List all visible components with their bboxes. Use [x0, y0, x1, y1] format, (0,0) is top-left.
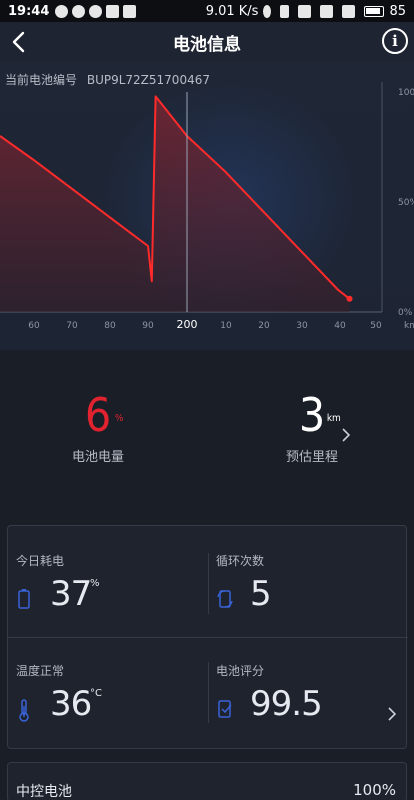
range-value: 3: [298, 388, 326, 442]
temperature-label: 温度正常: [16, 664, 65, 678]
today-consumption-unit: %: [90, 578, 100, 589]
status-time: 19:44: [8, 3, 50, 19]
wifi-icon: [342, 4, 356, 18]
battery-level-text: 85: [389, 3, 406, 19]
battery-status-icon: [364, 5, 385, 17]
card-divider-vertical-top: [208, 553, 209, 614]
chat-icon: [55, 4, 69, 18]
battery-history-chart[interactable]: 60 70 80 90 200 10 20 30 40 50 km 100% 50% 0% 当前电池编号 …: [0, 62, 414, 350]
controller-battery-row[interactable]: 中控电池 100%: [7, 762, 407, 800]
message-icon: [72, 4, 86, 18]
chevron-left-icon: [12, 31, 25, 53]
range-chevron-right-icon[interactable]: [340, 427, 352, 443]
battery-code: 当前电池编号 BUP9L72Z51700467: [5, 71, 210, 88]
controller-battery-label: 中控电池: [16, 784, 72, 800]
chart-y-tick-label: 100%: [398, 88, 414, 98]
battery-score-cell[interactable]: 电池评分 99.5: [216, 662, 406, 762]
chart-x-tick-label: 30: [296, 321, 308, 331]
status-bar: 19:44 9.01 K/s 85: [0, 0, 414, 22]
app-icon: [106, 4, 120, 18]
soc-label: 电池电量: [71, 450, 124, 465]
bluetooth-icon: [263, 4, 272, 18]
today-consumption-cell: 今日耗电 37 %: [16, 552, 206, 652]
battery-detail-card: 今日耗电 37 % 循环次数 5 温度正常 36 °C 电池评分 99.5: [7, 525, 408, 749]
cycle-count-value: 5: [250, 574, 272, 614]
chart-x-tick-label: 80: [104, 321, 116, 331]
soc-value: 6: [84, 388, 112, 442]
chart-x-tick-label: 20: [258, 321, 270, 331]
back-button[interactable]: [6, 28, 34, 56]
score-chevron-right-icon[interactable]: [386, 706, 398, 722]
chart-last-point: [346, 295, 353, 302]
score-icon: [218, 700, 232, 718]
card-divider-vertical-bottom: [208, 662, 209, 723]
battery-score-value: 99.5: [250, 684, 323, 724]
net-speed: 9.01 K/s: [205, 3, 259, 19]
today-consumption-label: 今日耗电: [16, 554, 65, 568]
soc-value-wrap: 6 %: [84, 388, 124, 442]
battery-code-label: 当前电池编号: [5, 73, 78, 87]
battery-icon: [18, 589, 30, 609]
controller-battery-value: 100%: [353, 781, 396, 799]
cycle-icon: [217, 590, 233, 608]
cycle-count-label: 循环次数: [216, 554, 265, 568]
thermometer-icon: [19, 699, 29, 722]
chart-x-unit-label: km: [404, 321, 414, 331]
today-consumption-value: 37: [50, 574, 92, 614]
signal-icon-2: [320, 4, 334, 18]
chart-x-tick-label: 90: [142, 321, 154, 331]
signal-icon: [298, 4, 312, 18]
range-stat[interactable]: 3 km 预估里程: [280, 390, 344, 465]
chart-area-fill: [0, 96, 350, 313]
temperature-value: 36: [50, 684, 92, 724]
chart-svg: 60 70 80 90 200 10 20 30 40 50 km 100% 50% 0%: [0, 82, 414, 331]
app-header: 电池信息 i: [0, 22, 414, 62]
range-label: 预估里程: [285, 450, 338, 465]
chart-y-tick-label: 0%: [398, 308, 413, 318]
temperature-cell: 温度正常 36 °C: [16, 662, 206, 762]
page-title: 电池信息: [173, 34, 241, 55]
info-button[interactable]: i: [382, 28, 408, 54]
cycle-count-cell: 循环次数 5: [216, 552, 406, 652]
battery-code-value: BUP9L72Z51700467: [86, 73, 210, 87]
soc-stat: 6 % 电池电量: [58, 390, 138, 465]
battery-score-label: 电池评分: [216, 664, 265, 678]
chart-x-tick-label: 50: [370, 321, 382, 331]
info-circle-icon: i: [392, 32, 398, 50]
temperature-unit: °C: [90, 688, 102, 699]
chart-x-tick-label: 40: [334, 321, 346, 331]
chart-x-tick-label: 70: [66, 321, 78, 331]
vibrate-icon: [280, 4, 290, 18]
range-unit: km: [326, 413, 341, 424]
image-icon: [123, 4, 137, 18]
range-value-wrap: 3 km: [298, 388, 341, 442]
soc-unit: %: [114, 413, 124, 424]
chart-x-tick-label: 200: [177, 318, 198, 331]
chart-x-tick-label: 60: [28, 321, 40, 331]
chart-y-tick-label: 50%: [398, 198, 414, 208]
block-icon: [89, 4, 103, 18]
chart-x-tick-label: 10: [220, 321, 232, 331]
